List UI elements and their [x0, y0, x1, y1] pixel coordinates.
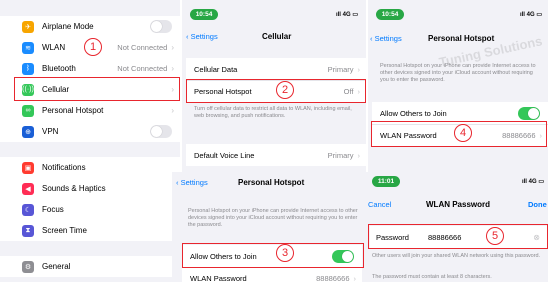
chevron-right-icon: › [357, 64, 361, 74]
wlan-value: Not Connected [117, 43, 168, 52]
notifications-row[interactable]: ▣ Notifications [0, 157, 180, 178]
hourglass-icon: ⧗ [22, 224, 34, 237]
personal-hotspot-panel: ‹ Settings Personal Hotspot Personal Hot… [172, 172, 366, 282]
chevron-right-icon: › [171, 43, 174, 52]
personal-hotspot-label: Personal Hotspot [42, 106, 104, 115]
notifications-label: Notifications [42, 163, 86, 172]
cellular-data-label: Cellular Data [194, 64, 238, 74]
cellular-data-row[interactable]: Cellular Data Primary › [186, 58, 366, 80]
default-voice-line-label: Default Voice Line [194, 150, 255, 160]
password-requirement: The password must contain at least 8 cha… [372, 274, 492, 280]
wifi-icon: ≋ [22, 41, 34, 54]
back-label: Settings [374, 34, 402, 43]
bluetooth-label: Bluetooth [42, 64, 76, 73]
step-badge-4: 4 [454, 124, 472, 142]
chevron-right-icon: › [171, 64, 174, 73]
screen-time-row[interactable]: ⧗ Screen Time [0, 220, 180, 241]
general-row[interactable]: ⚙ General [0, 256, 180, 277]
general-label: General [42, 262, 71, 271]
default-voice-line-value: Primary [327, 150, 354, 160]
status-time: 11:01 [372, 176, 400, 187]
airplane-icon: ✈ [22, 20, 34, 33]
chevron-right-icon: › [353, 274, 357, 282]
vpn-row[interactable]: ⊕ VPN [0, 121, 180, 142]
wlan-password-label: WLAN Password [190, 274, 247, 282]
allow-others-label: Allow Others to Join [380, 108, 447, 118]
network-type: 4G [342, 12, 351, 18]
back-button[interactable]: ‹ Settings [186, 32, 218, 41]
allow-others-highlight [182, 243, 364, 268]
settings-panel: ✈ Airplane Mode ≋ WLAN Not Connected › ᛒ… [0, 0, 180, 282]
airplane-mode-label: Airplane Mode [42, 22, 94, 31]
wlan-password-value: 88886666 [316, 274, 350, 282]
sounds-row[interactable]: ◀ Sounds & Haptics [0, 178, 180, 199]
sounds-label: Sounds & Haptics [42, 184, 106, 193]
cancel-button[interactable]: Cancel [368, 200, 391, 209]
step-badge-2: 2 [276, 81, 294, 99]
focus-label: Focus [42, 205, 64, 214]
airplane-mode-toggle[interactable] [150, 20, 172, 33]
hotspot-note: Personal Hotspot on your iPhone can prov… [380, 63, 536, 83]
password-field-highlight [368, 224, 548, 249]
chevron-right-icon: › [357, 150, 361, 160]
status-signal: ıll 4G ▭ [521, 179, 544, 185]
status-signal: ıll 4G ▭ [335, 12, 358, 18]
screen-time-label: Screen Time [42, 226, 87, 235]
step-badge-5: 5 [486, 227, 504, 245]
moon-icon: ☾ [22, 203, 34, 216]
personal-hotspot-row[interactable]: ∞ Personal Hotspot › [0, 100, 180, 121]
cellular-data-value: Primary [327, 64, 354, 74]
wlan-password-row[interactable]: WLAN Password 88886666 › [182, 267, 362, 282]
speaker-icon: ◀ [22, 182, 34, 195]
hotspot-note: Personal Hotspot on your iPhone can prov… [188, 208, 358, 228]
wlan-label: WLAN [42, 43, 66, 52]
back-button[interactable]: ‹ Settings [370, 34, 402, 43]
back-label: Settings [180, 178, 208, 187]
network-type: 4G [526, 12, 535, 18]
bluetooth-value: Not Connected [117, 64, 168, 73]
wlan-password-edit-panel: 11:01 ıll 4G ▭ Cancel WLAN Password Done… [366, 172, 548, 282]
done-button[interactable]: Done [528, 200, 547, 209]
status-time: 10:54 [376, 9, 404, 20]
page-title: WLAN Password [426, 200, 491, 209]
focus-row[interactable]: ☾ Focus [0, 199, 180, 220]
personal-hotspot-password-panel: 10:54 ıll 4G ▭ ‹ Settings Personal Hotsp… [368, 0, 548, 172]
cellular-note: Turn off cellular data to restrict all d… [194, 106, 352, 119]
page-title: Cellular [262, 32, 292, 41]
default-voice-line-row[interactable]: Default Voice Line Primary › [186, 144, 366, 166]
password-note: Other users will join your shared WLAN n… [372, 253, 541, 259]
bell-icon: ▣ [22, 161, 34, 174]
status-signal: ıll 4G ▭ [519, 12, 542, 18]
step-badge-1: 1 [84, 38, 102, 56]
allow-others-toggle[interactable] [518, 106, 540, 120]
bluetooth-icon: ᛒ [22, 62, 34, 75]
bluetooth-row[interactable]: ᛒ Bluetooth Not Connected › [0, 58, 180, 79]
page-title: Personal Hotspot [428, 34, 495, 43]
hotspot-icon: ∞ [22, 104, 34, 117]
airplane-mode-row[interactable]: ✈ Airplane Mode [0, 16, 180, 37]
gear-icon: ⚙ [22, 260, 34, 273]
step-badge-3: 3 [276, 244, 294, 262]
cellular-panel: 10:54 ıll 4G ▭ ‹ Settings Cellular Cellu… [182, 0, 366, 172]
back-button[interactable]: ‹ Settings [176, 178, 208, 187]
network-type: 4G [528, 179, 537, 185]
page-title: Personal Hotspot [238, 178, 305, 187]
vpn-icon: ⊕ [22, 125, 34, 138]
vpn-toggle[interactable] [150, 125, 172, 138]
vpn-label: VPN [42, 127, 59, 136]
chevron-right-icon: › [171, 106, 174, 115]
back-label: Settings [190, 32, 218, 41]
status-time: 10:54 [190, 9, 218, 20]
cellular-highlight [14, 77, 180, 101]
